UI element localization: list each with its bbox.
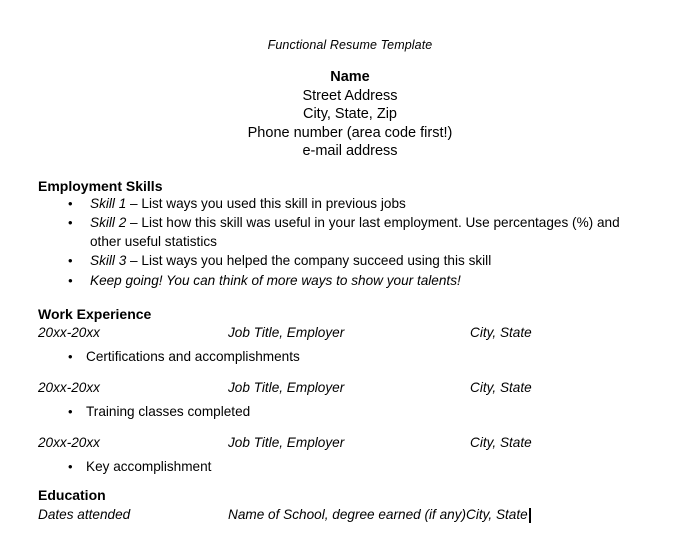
job-dates: 20xx-20xx: [38, 435, 100, 450]
contact-line-city-state-zip: City, State, Zip: [302, 106, 397, 123]
resume-document-page: Functional Resume Template Name Street A…: [0, 0, 700, 543]
job-header-row: 20xx-20xx Job Title, Employer City, Stat…: [0, 433, 700, 452]
job-bullet-text: Certifications and accomplishments: [86, 349, 300, 364]
bullet-icon: •: [68, 215, 73, 231]
job-dates: 20xx-20xx: [38, 380, 100, 395]
education-location: City, State: [466, 507, 528, 522]
document-title: Functional Resume Template: [267, 38, 433, 52]
skill-label: Skill 3: [90, 253, 127, 269]
skill-label: Skill 1: [90, 196, 127, 211]
skill-label: Skill 2: [90, 215, 127, 231]
job-header-row: 20xx-20xx Job Title, Employer City, Stat…: [0, 378, 700, 397]
work-experience-entry: 20xx-20xx Job Title, Employer City, Stat…: [0, 433, 700, 476]
education-entry-row: Dates attended Name of School, degree ea…: [0, 505, 700, 525]
skill-body: – List ways you used this skill in previ…: [126, 196, 406, 211]
job-bullet-text: Key accomplishment: [86, 459, 212, 474]
job-title-employer: Job Title, Employer: [228, 380, 345, 395]
bullet-icon: •: [68, 253, 73, 269]
skill-body: Keep going! You can think of more ways t…: [90, 272, 461, 288]
skill-body: – List how this skill was useful in your…: [90, 215, 620, 249]
skill-body: – List ways you helped the company succe…: [126, 253, 492, 269]
bullet-icon: •: [68, 349, 73, 364]
job-title-employer: Job Title, Employer: [228, 325, 345, 340]
contact-header-block: Name Street Address City, State, Zip Pho…: [0, 68, 700, 161]
job-title-employer: Job Title, Employer: [228, 435, 345, 450]
list-item: • Skill 2 – List how this skill was usefu…: [68, 214, 648, 251]
employment-skills-list: • Skill 1 – List ways you used this skill…: [0, 195, 700, 291]
bullet-icon: •: [68, 459, 73, 474]
job-bullet-row: • Key accomplishment: [0, 457, 700, 476]
section-heading-work-experience: Work Experience: [38, 306, 152, 322]
bullet-icon: •: [68, 196, 73, 211]
job-bullet-row: • Training classes completed: [0, 402, 700, 421]
job-bullet-text: Training classes completed: [86, 404, 251, 419]
work-experience-entry: 20xx-20xx Job Title, Employer City, Stat…: [0, 323, 700, 366]
list-item: • Skill 1 – List ways you used this skill…: [68, 195, 648, 213]
job-location: City, State: [470, 435, 532, 450]
text-cursor-caret: [529, 508, 531, 523]
section-heading-employment-skills: Employment Skills: [38, 178, 163, 194]
list-item: • Keep going! You can think of more ways …: [68, 272, 648, 290]
contact-line-street-address: Street Address: [302, 87, 398, 104]
job-bullet-row: • Certifications and accomplishments: [0, 347, 700, 366]
job-location: City, State: [470, 380, 532, 395]
section-heading-education: Education: [38, 487, 106, 503]
job-header-row: 20xx-20xx Job Title, Employer City, Stat…: [0, 323, 700, 342]
bullet-icon: •: [68, 404, 73, 419]
job-location: City, State: [470, 325, 532, 340]
contact-line-phone-number: Phone number (area code first!): [247, 124, 453, 141]
list-item: • Skill 3 – List ways you helped the comp…: [68, 252, 648, 270]
bullet-icon: •: [68, 272, 73, 288]
education-dates: Dates attended: [38, 507, 131, 522]
contact-line-email-address: e-mail address: [302, 143, 398, 160]
contact-line-name: Name: [330, 69, 370, 85]
work-experience-entry: 20xx-20xx Job Title, Employer City, Stat…: [0, 378, 700, 421]
education-school-degree: Name of School, degree earned (if any): [228, 507, 467, 522]
job-dates: 20xx-20xx: [38, 325, 100, 340]
